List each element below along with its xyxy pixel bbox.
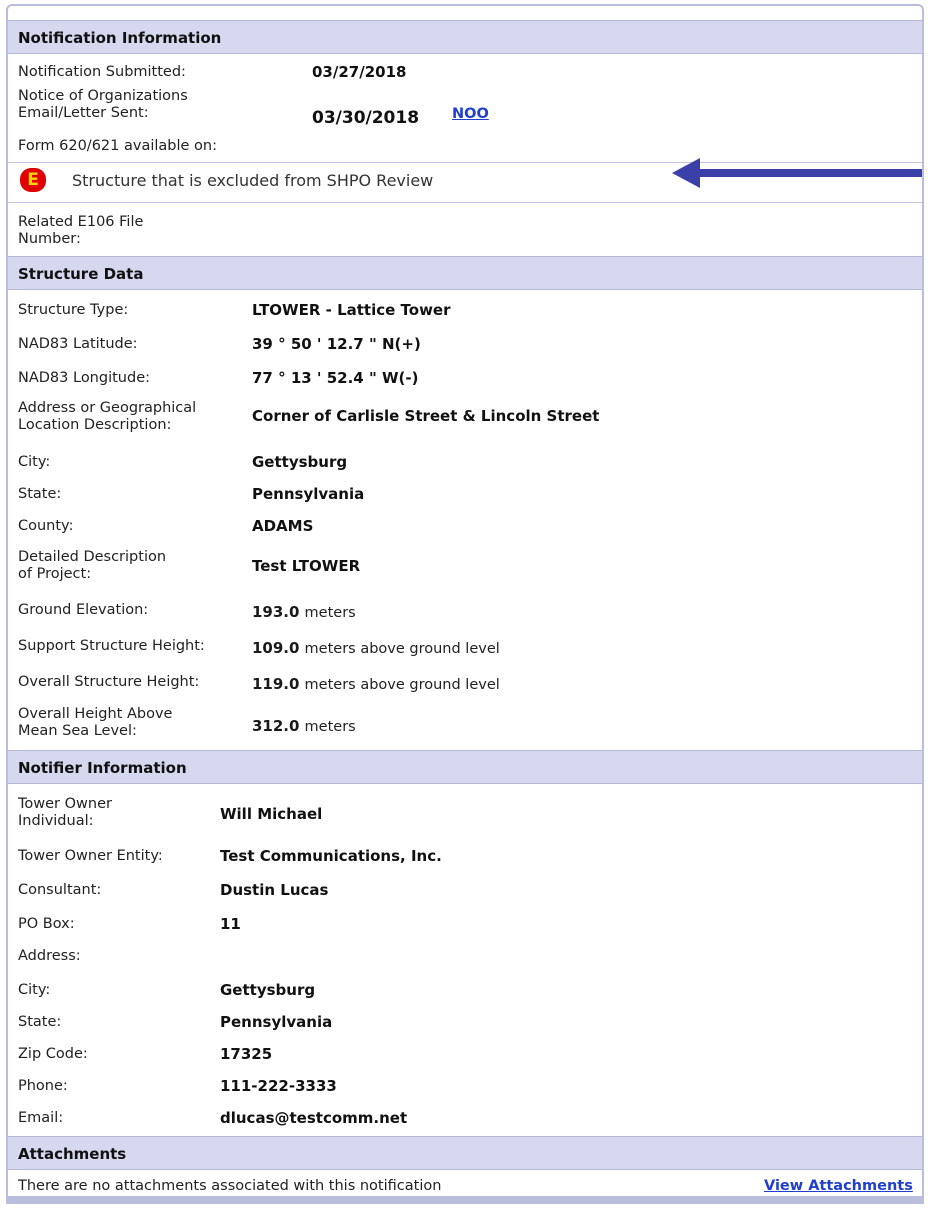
overall-height-value: 119.0 meters above ground level — [252, 674, 500, 693]
msl-height-unit: meters — [304, 719, 356, 735]
msl-height-label-line1: Overall Height Above — [18, 706, 173, 722]
overall-height-number: 119.0 — [252, 675, 300, 693]
email-value: dlucas@testcomm.net — [220, 1109, 408, 1127]
city-label: City: — [18, 454, 51, 470]
latitude-label: NAD83 Latitude: — [18, 336, 138, 352]
notifier-city-label: City: — [18, 982, 51, 998]
ground-elevation-label: Ground Elevation: — [18, 602, 149, 618]
county-value: ADAMS — [252, 517, 314, 535]
attachments-title: Attachments — [18, 1145, 127, 1163]
city-value: Gettysburg — [252, 453, 348, 471]
state-value: Pennsylvania — [252, 485, 365, 503]
po-box-value: 11 — [220, 915, 241, 933]
structure-data-header: Structure Data — [8, 256, 922, 290]
latitude-value: 39 ° 50 ' 12.7 " N(+) — [252, 335, 421, 353]
zip-code-value: 17325 — [220, 1045, 273, 1063]
form-available-label: Form 620/621 available on: — [18, 138, 217, 154]
state-label: State: — [18, 486, 62, 502]
longitude-label: NAD83 Longitude: — [18, 370, 150, 386]
support-height-unit: meters above ground level — [304, 641, 500, 657]
address-label-line1: Address or Geographical — [18, 400, 197, 416]
description-value: Test LTOWER — [252, 557, 361, 575]
ground-elevation-unit: meters — [304, 605, 356, 621]
msl-height-value: 312.0 meters — [252, 716, 356, 735]
email-label: Email: — [18, 1110, 64, 1126]
noo-value: 03/30/2018 — [312, 108, 420, 128]
submitted-label: Notification Submitted: — [18, 64, 186, 80]
attachments-header: Attachments — [8, 1136, 922, 1170]
county-label: County: — [18, 518, 74, 534]
owner-individual-label-line1: Tower Owner — [18, 796, 112, 812]
zip-code-label: Zip Code: — [18, 1046, 88, 1062]
support-height-number: 109.0 — [252, 639, 300, 657]
overall-height-label: Overall Structure Height: — [18, 674, 200, 690]
description-label-line2: of Project: — [18, 566, 92, 582]
view-attachments-link[interactable]: View Attachments — [764, 1178, 913, 1194]
notifier-state-label: State: — [18, 1014, 62, 1030]
notification-info-title: Notification Information — [18, 29, 222, 47]
notifier-info-header: Notifier Information — [8, 750, 922, 784]
notifier-city-value: Gettysburg — [220, 981, 316, 999]
address-label-line2: Location Description: — [18, 417, 172, 433]
po-box-label: PO Box: — [18, 916, 75, 932]
owner-entity-value: Test Communications, Inc. — [220, 847, 442, 865]
structure-type-label: Structure Type: — [18, 302, 129, 318]
structure-data-title: Structure Data — [18, 265, 144, 283]
pointer-arrow-icon — [672, 158, 922, 188]
divider — [8, 202, 922, 203]
owner-entity-label: Tower Owner Entity: — [18, 848, 163, 864]
structure-type-value: LTOWER - Lattice Tower — [252, 301, 451, 319]
owner-individual-value: Will Michael — [220, 805, 323, 823]
ground-elevation-value: 193.0 meters — [252, 602, 356, 621]
consultant-value: Dustin Lucas — [220, 881, 329, 899]
msl-height-number: 312.0 — [252, 717, 300, 735]
address-value: Corner of Carlisle Street & Lincoln Stre… — [252, 407, 600, 425]
related-file-label-line1: Related E106 File — [18, 214, 144, 230]
address-label: Address: — [18, 948, 81, 964]
notification-info-header: Notification Information — [8, 20, 922, 54]
consultant-label: Consultant: — [18, 882, 102, 898]
noo-link[interactable]: NOO — [452, 106, 489, 122]
related-file-label-line2: Number: — [18, 231, 81, 247]
support-height-label: Support Structure Height: — [18, 638, 205, 654]
noo-label-line2: Email/Letter Sent: — [18, 105, 149, 121]
notifier-info-title: Notifier Information — [18, 759, 187, 777]
support-height-value: 109.0 meters above ground level — [252, 638, 500, 657]
description-label-line1: Detailed Description — [18, 549, 167, 565]
exclusion-icon: E — [20, 168, 46, 192]
ground-elevation-number: 193.0 — [252, 603, 300, 621]
overall-height-unit: meters above ground level — [304, 677, 500, 693]
msl-height-label-line2: Mean Sea Level: — [18, 723, 137, 739]
notifier-state-value: Pennsylvania — [220, 1013, 333, 1031]
longitude-value: 77 ° 13 ' 52.4 " W(-) — [252, 369, 419, 387]
phone-label: Phone: — [18, 1078, 68, 1094]
submitted-value: 03/27/2018 — [312, 63, 407, 81]
exclusion-text: Structure that is excluded from SHPO Rev… — [72, 171, 434, 190]
noo-label-line1: Notice of Organizations — [18, 88, 188, 104]
phone-value: 111-222-3333 — [220, 1077, 337, 1095]
no-attachments-message: There are no attachments associated with… — [18, 1178, 442, 1194]
owner-individual-label-line2: Individual: — [18, 813, 94, 829]
